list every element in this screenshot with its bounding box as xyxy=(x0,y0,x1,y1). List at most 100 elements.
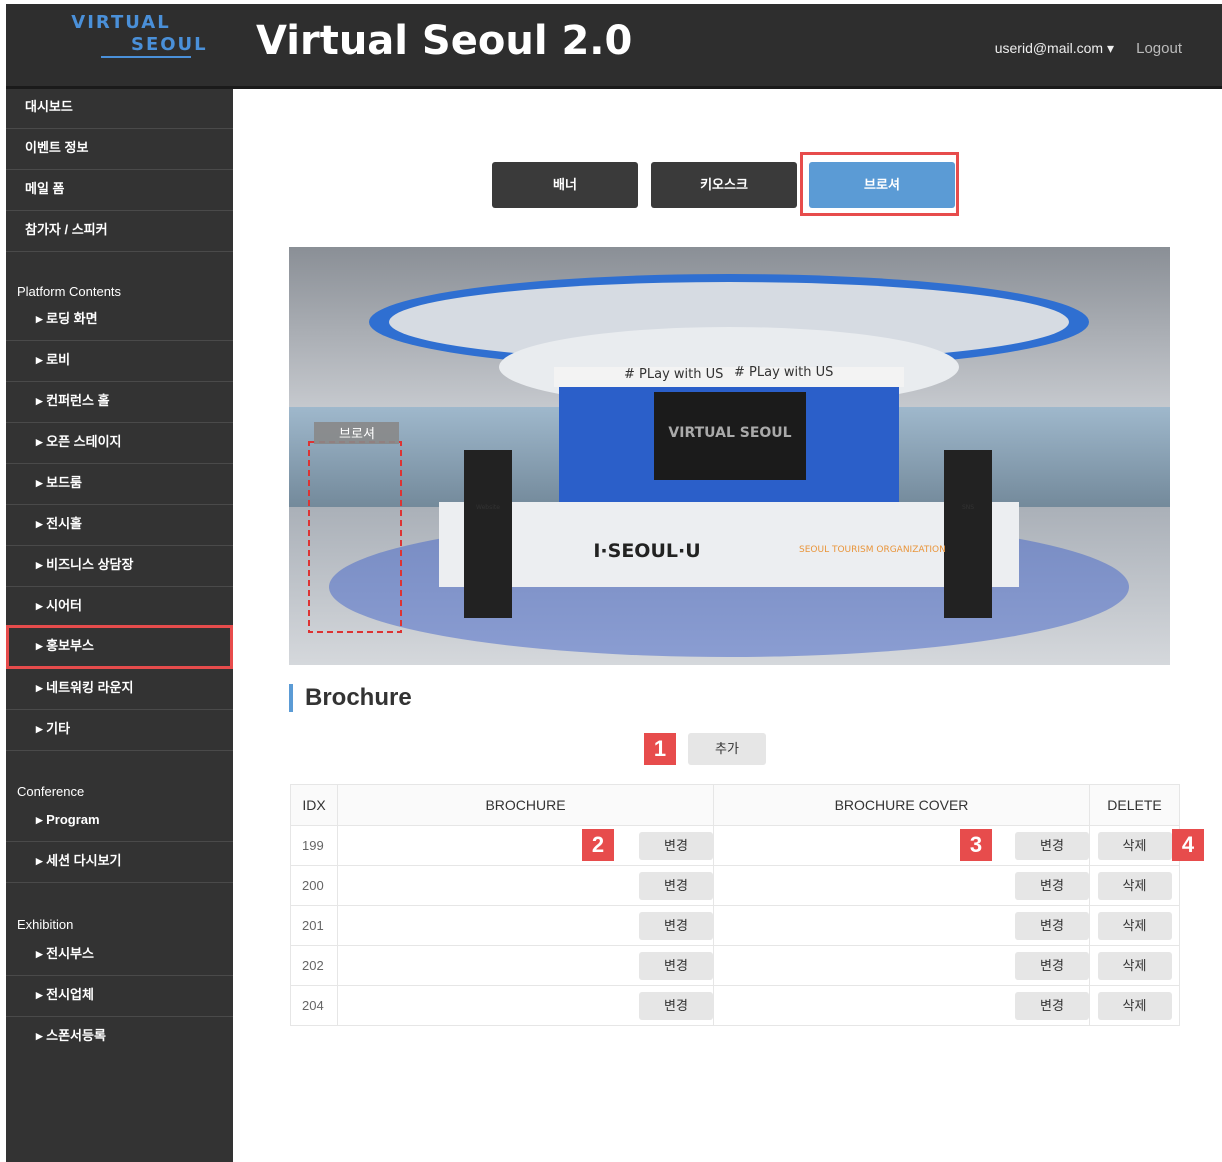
row-idx: 204 xyxy=(290,985,338,1026)
sidebar-item-promo-booth[interactable]: ▸ 홍보부스 xyxy=(6,625,233,669)
sidebar-item-theater[interactable]: ▸ 시어터 xyxy=(6,588,233,628)
marker-4: 4 xyxy=(1172,829,1204,861)
cover-change-button[interactable]: 변경 xyxy=(1015,951,1089,980)
row-idx: 199 xyxy=(290,825,338,866)
th-brochure: BROCHURE xyxy=(337,784,714,826)
sidebar-item-label: ▸ 전시부스 xyxy=(36,946,94,961)
brochure-change-button[interactable]: 변경 xyxy=(639,951,713,980)
sidebar-item-label: ▸ 전시홀 xyxy=(36,516,83,531)
delete-button[interactable]: 삭제 xyxy=(1097,991,1172,1020)
sidebar-item-label: 이벤트 정보 xyxy=(25,140,89,155)
sidebar-item-dashboard[interactable]: 대시보드 xyxy=(6,89,233,129)
marker-1: 1 xyxy=(644,733,676,765)
logout-link[interactable]: Logout xyxy=(1136,40,1182,57)
cover-change-button[interactable]: 변경 xyxy=(1015,911,1089,940)
section-title: Brochure xyxy=(289,684,412,712)
delete-button[interactable]: 삭제 xyxy=(1097,871,1172,900)
sidebar-item-exhibit-booth[interactable]: ▸ 전시부스 xyxy=(6,936,233,976)
sidebar-item-label: ▸ 세션 다시보기 xyxy=(36,853,122,868)
iseoulu-text: I·SEOUL·U xyxy=(593,540,700,562)
table-row: 202 변경 변경 삭제 xyxy=(290,945,1180,986)
sidebar-item-conference-hall[interactable]: ▸ 컨퍼런스 홀 xyxy=(6,383,233,423)
brochure-change-button[interactable]: 변경 xyxy=(639,871,713,900)
row-idx: 200 xyxy=(290,865,338,906)
table-row: 204 변경 변경 삭제 xyxy=(290,985,1180,1026)
user-menu[interactable]: userid@mail.com ▾ xyxy=(995,40,1114,57)
sidebar-item-participants[interactable]: 참가자 / 스피커 xyxy=(6,212,233,252)
sidebar-item-label: ▸ 홍보부스 xyxy=(36,638,94,653)
sidebar-item-label: ▸ 시어터 xyxy=(36,598,83,613)
add-button[interactable]: 추가 xyxy=(688,733,766,765)
cover-change-button[interactable]: 변경 xyxy=(1015,871,1089,900)
top-header: VIRTUAL SEOUL Virtual Seoul 2.0 userid@m… xyxy=(6,4,1222,89)
sidebar-heading-exhibition: Exhibition xyxy=(17,917,74,932)
brochure-table: IDX BROCHURE BROCHURE COVER DELETE 199 변… xyxy=(290,784,1180,1026)
logo-line2: SEOUL xyxy=(101,34,206,58)
brochure-change-button[interactable]: 변경 xyxy=(639,831,713,860)
sidebar-item-loading[interactable]: ▸ 로딩 화면 xyxy=(6,301,233,341)
logo-line1: VIRTUAL xyxy=(71,12,171,33)
cover-change-button[interactable]: 변경 xyxy=(1015,831,1089,860)
sidebar-item-label: ▸ 오픈 스테이지 xyxy=(36,434,122,449)
sidebar-item-networking-lounge[interactable]: ▸ 네트워킹 라운지 xyxy=(6,670,233,710)
sidebar-item-label: ▸ 비즈니스 상담장 xyxy=(36,557,134,572)
table-row: 201 변경 변경 삭제 xyxy=(290,905,1180,946)
sidebar-item-event-info[interactable]: 이벤트 정보 xyxy=(6,130,233,170)
kiosk-sns-label: SNS xyxy=(962,504,974,511)
sidebar-item-label: ▸ 보드룸 xyxy=(36,475,83,490)
marker-2: 2 xyxy=(582,829,614,861)
app-title: Virtual Seoul 2.0 xyxy=(256,18,633,64)
sidebar-item-sponsor[interactable]: ▸ 스폰서등록 xyxy=(6,1018,233,1058)
sidebar-item-etc[interactable]: ▸ 기타 xyxy=(6,711,233,751)
sidebar-item-label: ▸ Program xyxy=(36,812,100,827)
th-delete: DELETE xyxy=(1089,784,1180,826)
booth-preview-image: 브로셔 # PLay with US # PLay with US VIRTUA… xyxy=(289,247,1170,665)
sidebar: 대시보드 이벤트 정보 메일 폼 참가자 / 스피커 Platform Cont… xyxy=(6,89,233,1162)
booth-scene-svg: 브로셔 # PLay with US # PLay with US VIRTUA… xyxy=(289,247,1170,665)
table-row: 200 변경 변경 삭제 xyxy=(290,865,1180,906)
sidebar-item-boardroom[interactable]: ▸ 보드룸 xyxy=(6,465,233,505)
banner-text-1: # PLay with US xyxy=(624,367,723,382)
delete-button[interactable]: 삭제 xyxy=(1097,911,1172,940)
row-idx: 202 xyxy=(290,945,338,986)
tab-banner[interactable]: 배너 xyxy=(492,162,638,208)
sidebar-item-label: ▸ 로비 xyxy=(36,352,71,367)
brochure-change-button[interactable]: 변경 xyxy=(639,911,713,940)
sidebar-item-label: ▸ 컨퍼런스 홀 xyxy=(36,393,110,408)
tab-highlight-box xyxy=(800,152,959,216)
sidebar-item-label: 대시보드 xyxy=(25,99,73,114)
sidebar-heading-conference: Conference xyxy=(17,784,85,799)
sidebar-item-label: ▸ 기타 xyxy=(36,721,71,736)
th-brochure-cover: BROCHURE COVER xyxy=(713,784,1090,826)
sidebar-item-replay[interactable]: ▸ 세션 다시보기 xyxy=(6,843,233,883)
cover-change-button[interactable]: 변경 xyxy=(1015,991,1089,1020)
brochure-scene-label: 브로셔 xyxy=(339,427,375,442)
th-idx: IDX xyxy=(290,784,338,826)
sidebar-item-label: 메일 폼 xyxy=(25,181,65,196)
sidebar-heading-platform: Platform Contents xyxy=(17,284,122,299)
virtual-seoul-logo[interactable]: VIRTUAL SEOUL xyxy=(61,12,206,78)
tab-kiosk[interactable]: 키오스크 xyxy=(651,162,797,208)
delete-button[interactable]: 삭제 xyxy=(1097,831,1172,860)
brochure-change-button[interactable]: 변경 xyxy=(639,991,713,1020)
delete-button[interactable]: 삭제 xyxy=(1097,951,1172,980)
sidebar-item-lobby[interactable]: ▸ 로비 xyxy=(6,342,233,382)
banner-text-2: # PLay with US xyxy=(734,365,833,380)
sidebar-item-exhibitor[interactable]: ▸ 전시업체 xyxy=(6,977,233,1017)
sidebar-item-label: ▸ 네트워킹 라운지 xyxy=(36,680,134,695)
sidebar-item-label: ▸ 로딩 화면 xyxy=(36,311,98,326)
kiosk-website-label: Website xyxy=(476,504,500,511)
marker-3: 3 xyxy=(960,829,992,861)
sidebar-item-label: ▸ 스폰서등록 xyxy=(36,1028,106,1043)
sidebar-item-label: 참가자 / 스피커 xyxy=(25,222,108,237)
sidebar-item-mail-form[interactable]: 메일 폼 xyxy=(6,171,233,211)
sto-text: SEOUL TOURISM ORGANIZATION xyxy=(799,545,946,555)
sidebar-item-exhibition-hall[interactable]: ▸ 전시홀 xyxy=(6,506,233,546)
sidebar-item-label: ▸ 전시업체 xyxy=(36,987,94,1002)
table-row: 199 변경 변경 삭제 xyxy=(290,825,1180,866)
sidebar-item-program[interactable]: ▸ Program xyxy=(6,802,233,842)
sidebar-item-open-stage[interactable]: ▸ 오픈 스테이지 xyxy=(6,424,233,464)
row-idx: 201 xyxy=(290,905,338,946)
screen-logo: VIRTUAL SEOUL xyxy=(668,425,791,441)
sidebar-item-business-lounge[interactable]: ▸ 비즈니스 상담장 xyxy=(6,547,233,587)
